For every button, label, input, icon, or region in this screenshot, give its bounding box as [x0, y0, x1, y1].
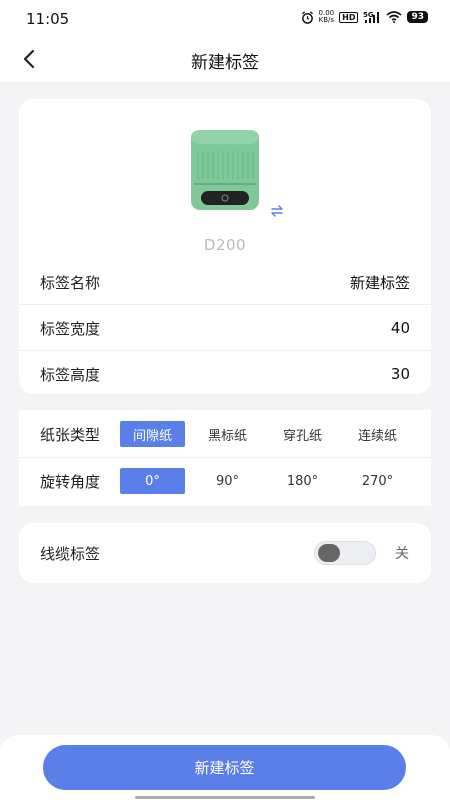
rotation-row: 旋转角度 0° 90° 180° 270° — [19, 458, 431, 504]
toggle-state-text: 关 — [395, 546, 409, 562]
paper-type-label: 纸张类型 — [40, 425, 101, 444]
status-bar: 11:05 0.00 KB/s HD 5G 93 — [0, 0, 450, 36]
field-label-name[interactable]: 标签名称 新建标签 — [19, 259, 431, 305]
field-value[interactable]: 30 — [391, 365, 410, 383]
create-label-button[interactable]: 新建标签 — [43, 745, 406, 790]
cable-label-card: 线缆标签 关 — [19, 523, 431, 583]
rotation-option-270[interactable]: 270° — [345, 468, 410, 494]
field-label: 标签宽度 — [40, 319, 101, 338]
paper-option-punched[interactable]: 穿孔纸 — [270, 421, 335, 447]
net-speed: 0.00 KB/s — [318, 9, 335, 24]
device-name: D200 — [203, 236, 247, 254]
paper-option-black-mark[interactable]: 黑标纸 — [195, 421, 260, 447]
toggle-knob — [318, 544, 340, 562]
rotation-option-90[interactable]: 90° — [195, 468, 260, 494]
cable-label-text: 线缆标签 — [40, 544, 101, 563]
rotation-options: 0° 90° 180° 270° — [120, 468, 410, 494]
field-value[interactable]: 新建标签 — [350, 272, 410, 293]
status-time: 11:05 — [26, 10, 70, 28]
field-label-width[interactable]: 标签宽度 40 — [19, 305, 431, 351]
status-icons: 0.00 KB/s HD 5G 93 — [301, 10, 428, 24]
print-options-card: 纸张类型 间隙纸 黑标纸 穿孔纸 连续纸 旋转角度 0° 90° 180° 27… — [19, 410, 431, 506]
wifi-icon — [386, 11, 402, 23]
field-label: 标签名称 — [40, 273, 101, 292]
rotation-label: 旋转角度 — [40, 472, 101, 491]
cable-label-row: 线缆标签 — [19, 530, 299, 576]
cable-label-toggle[interactable] — [314, 541, 376, 565]
paper-type-row: 纸张类型 间隙纸 黑标纸 穿孔纸 连续纸 — [19, 411, 431, 457]
battery-icon: 93 — [407, 11, 428, 23]
paper-type-options: 间隙纸 黑标纸 穿孔纸 连续纸 — [120, 421, 410, 447]
rotation-option-180[interactable]: 180° — [270, 468, 335, 494]
field-label-height[interactable]: 标签高度 30 — [19, 351, 431, 397]
signal-icon: 5G — [363, 11, 380, 23]
nav-bar: 新建标签 — [0, 36, 450, 82]
field-label: 标签高度 — [40, 365, 101, 384]
printer-device-image — [191, 130, 259, 210]
alarm-icon — [301, 10, 313, 24]
hd-badge: HD — [339, 11, 359, 23]
paper-option-gap[interactable]: 间隙纸 — [120, 421, 185, 447]
signal-label: 5G — [363, 11, 374, 19]
swap-icon[interactable] — [269, 203, 285, 219]
home-indicator — [135, 796, 315, 799]
paper-option-continuous[interactable]: 连续纸 — [345, 421, 410, 447]
label-settings-card: D200 标签名称 新建标签 标签宽度 40 标签高度 30 — [19, 99, 431, 394]
page-title: 新建标签 — [191, 53, 259, 73]
rotation-option-0[interactable]: 0° — [120, 468, 185, 494]
field-value[interactable]: 40 — [391, 319, 410, 337]
